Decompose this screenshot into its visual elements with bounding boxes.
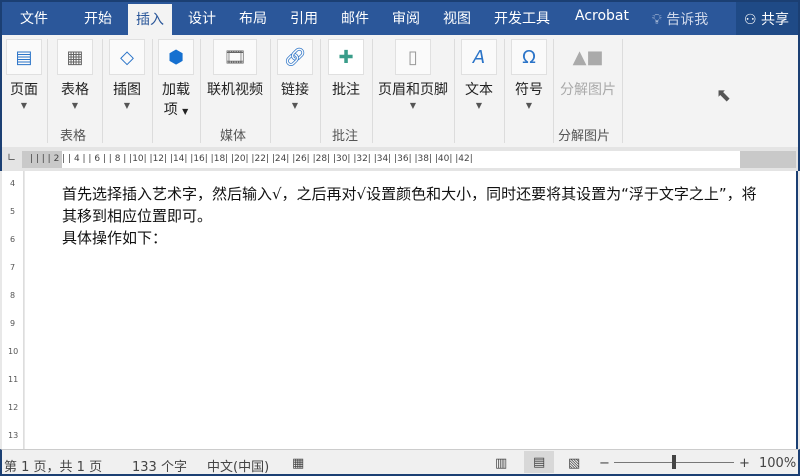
tab-home[interactable]: 开始 <box>84 8 112 28</box>
word-count[interactable]: 133 个字 <box>132 456 187 475</box>
link-globe-icon: 🔗︎ <box>277 39 313 75</box>
read-mode-icon[interactable]: ▥ <box>495 456 507 471</box>
web-layout-icon[interactable]: ▧ <box>568 456 580 471</box>
ribbon-tabs: 文件 开始 插入 设计 布局 引用 邮件 审阅 视图 开发工具 Acrobat … <box>0 0 800 37</box>
vruler-label: 5 <box>10 207 16 216</box>
text-a-icon: A <box>461 39 497 75</box>
pages-button[interactable]: ▤ 页面 ▼ <box>4 39 44 110</box>
tell-me-label: 告诉我 <box>666 12 709 28</box>
split-picture-label: 分解图片 <box>560 82 616 98</box>
page-icon: ▤ <box>6 39 42 75</box>
macro-record-icon[interactable]: ▦ <box>292 456 304 471</box>
tab-view[interactable]: 视图 <box>443 8 471 28</box>
ribbon-insert: ▤ 页面 ▼ ▦ 表格 ▼ 表格 ◇ 插图 ▼ ⬢ 加载项 ▼ 🎞︎ 联机视频 媒体 🔗︎ 链接 ▼… <box>0 35 800 147</box>
tab-insert[interactable]: 插入 <box>128 4 172 37</box>
links-button[interactable]: 🔗︎ 链接 ▼ <box>274 39 316 110</box>
header-footer-icon: ▯ <box>395 39 431 75</box>
group-label-table: 表格 <box>60 129 87 144</box>
new-comment-icon: ✚ <box>328 39 364 75</box>
online-video-button[interactable]: 🎞︎ 联机视频 <box>204 39 266 99</box>
symbol-button[interactable]: Ω 符号 ▼ <box>508 39 550 110</box>
share-label: 共享 <box>761 12 790 28</box>
zoom-level[interactable]: 100% <box>759 456 796 471</box>
paragraph: 首先选择插入艺术字，然后输入√，之后再对√设置颜色和大小，同时还要将其设置为“浮… <box>62 185 757 225</box>
split-picture-button[interactable]: ▲■ 分解图片 <box>555 39 621 99</box>
split-picture-icon: ▲■ <box>572 46 604 68</box>
comment-label: 批注 <box>332 82 360 98</box>
person-add-icon: ⚇ <box>744 12 757 28</box>
language[interactable]: 中文(中国) <box>207 456 269 475</box>
vruler-label: 10 <box>8 347 19 356</box>
illustrations-button[interactable]: ◇ 插图 ▼ <box>107 39 147 110</box>
table-icon: ▦ <box>57 39 93 75</box>
vruler-label: 13 <box>8 431 19 440</box>
vruler-label: 11 <box>8 375 19 384</box>
vruler-label: 12 <box>8 403 19 412</box>
tab-references[interactable]: 引用 <box>290 8 318 28</box>
document-page[interactable]: 首先选择插入艺术字，然后输入√，之后再对√设置颜色和大小，同时还要将其设置为“浮… <box>25 171 798 449</box>
tab-review[interactable]: 审阅 <box>392 8 420 28</box>
omega-icon: Ω <box>511 39 547 75</box>
group-label-comments: 批注 <box>332 129 359 144</box>
table-button[interactable]: ▦ 表格 ▼ <box>54 39 96 110</box>
lightbulb-icon: 💡︎ <box>652 12 662 28</box>
share-button[interactable]: ⚇ 共享 <box>736 2 798 35</box>
addins-label-2: 项 <box>163 102 178 118</box>
tab-design[interactable]: 设计 <box>188 8 216 28</box>
mouse-cursor-icon: ⬉ <box>716 85 732 106</box>
symbol-label: 符号 <box>515 82 543 98</box>
print-layout-icon[interactable]: ▤ <box>524 451 554 473</box>
comment-button[interactable]: ✚ 批注 <box>324 39 368 99</box>
tab-layout[interactable]: 布局 <box>239 8 267 28</box>
tell-me[interactable]: 💡︎ 告诉我 <box>652 9 708 29</box>
addins-label: 加载 <box>162 82 190 98</box>
addin-cube-icon: ⬢ <box>158 39 194 75</box>
vruler-label: 9 <box>10 319 16 328</box>
group-label-split-picture: 分解图片 <box>558 129 611 144</box>
horizontal-ruler[interactable]: ∟ | | | | 2 | | 4 | | 6 | | 8 | |10| |12… <box>0 147 800 171</box>
shapes-icon: ◇ <box>109 39 145 75</box>
text-label: 文本 <box>465 82 493 98</box>
vruler-label: 4 <box>10 179 16 188</box>
online-video-label: 联机视频 <box>207 82 263 98</box>
vertical-ruler[interactable]: 4 5 6 7 8 9 10 11 12 13 <box>2 171 24 449</box>
vruler-label: 6 <box>10 235 16 244</box>
tab-acrobat[interactable]: Acrobat <box>575 8 629 24</box>
paragraph: 具体操作如下： <box>62 229 168 247</box>
table-label: 表格 <box>61 82 89 98</box>
addins-button[interactable]: ⬢ 加载项 ▼ <box>156 39 196 119</box>
tab-developer[interactable]: 开发工具 <box>494 8 550 28</box>
vruler-label: 8 <box>10 291 16 300</box>
tab-file[interactable]: 文件 <box>20 8 48 28</box>
text-button[interactable]: A 文本 ▼ <box>458 39 500 110</box>
vruler-label: 7 <box>10 263 16 272</box>
pages-label: 页面 <box>10 82 38 98</box>
ruler-ticks: | | | | 2 | | 4 | | 6 | | 8 | |10| |12| … <box>30 154 473 164</box>
tab-mailings[interactable]: 邮件 <box>341 8 369 28</box>
zoom-out-button[interactable]: − <box>599 456 610 471</box>
page-count[interactable]: 第 1 页，共 1 页 <box>4 456 102 475</box>
status-bar: 第 1 页，共 1 页 133 个字 中文(中国) ▦ ▥ ▤ ▧ − + 10… <box>0 449 800 476</box>
header-footer-button[interactable]: ▯ 页眉和页脚 ▼ <box>375 39 451 110</box>
header-footer-label: 页眉和页脚 <box>378 82 448 98</box>
group-label-media: 媒体 <box>220 129 247 144</box>
video-globe-icon: 🎞︎ <box>213 39 257 75</box>
illustrations-label: 插图 <box>113 82 141 98</box>
zoom-slider-thumb[interactable] <box>672 455 676 469</box>
links-label: 链接 <box>281 82 309 98</box>
tab-selector-icon[interactable]: ∟ <box>7 151 16 164</box>
zoom-in-button[interactable]: + <box>739 456 750 471</box>
